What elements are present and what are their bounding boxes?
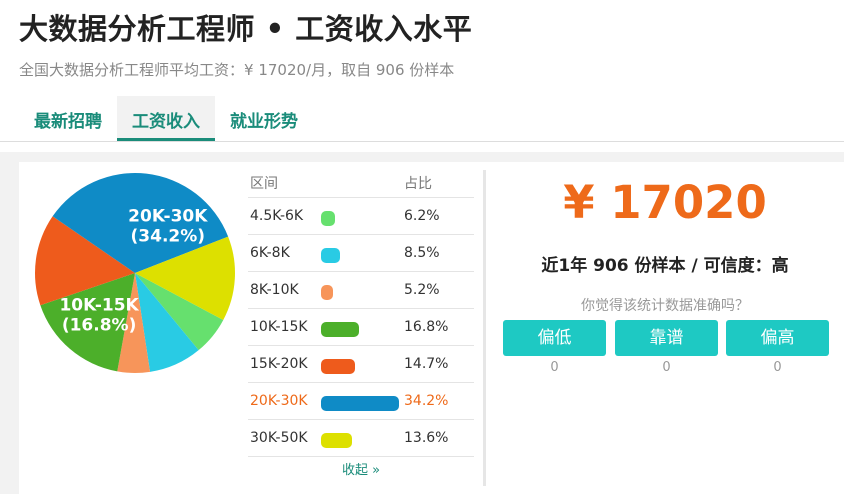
percent-label: 8.5%	[404, 245, 440, 261]
collapse-link[interactable]: 收起 »	[248, 459, 474, 478]
range-label: 6K-8K	[250, 245, 290, 261]
vote-accurate-count: 0	[662, 360, 671, 375]
page-title: 大数据分析工程师 • 工资收入水平	[19, 12, 473, 46]
pie-slice-label: 10K-15K (16.8%)	[59, 296, 139, 336]
share-bar	[321, 396, 399, 411]
tab-employment-trend[interactable]: 就业形势	[215, 96, 313, 142]
share-bar	[321, 211, 336, 226]
vote-high-button[interactable]: 偏高	[726, 320, 829, 356]
percent-label: 16.8%	[404, 319, 449, 335]
share-bar	[321, 285, 333, 300]
salary-distribution-table: 区间 占比 4.5K-6K 6.2% 6K-8K 8.5% 8K-10K 5.2% 10K-…	[248, 168, 474, 457]
percent-label: 14.7%	[404, 356, 449, 372]
percent-label: 6.2%	[404, 208, 440, 224]
tab-salary-income[interactable]: 工资收入	[117, 96, 215, 142]
share-bar	[321, 248, 341, 263]
average-salary: ¥ 17020	[563, 176, 767, 229]
range-label: 10K-15K	[250, 319, 308, 335]
share-bar	[321, 359, 355, 374]
vote-low-count: 0	[550, 360, 559, 375]
accuracy-question: 你觉得该统计数据准确吗？	[581, 298, 749, 314]
range-label: 20K-30K	[250, 393, 308, 409]
tab-bar: 最新招聘 工资收入 就业形势	[19, 96, 313, 142]
share-bar	[321, 322, 360, 337]
vote-accurate-button[interactable]: 靠谱	[615, 320, 718, 356]
table-row: 4.5K-6K 6.2%	[248, 198, 474, 235]
percent-label: 34.2%	[404, 393, 449, 409]
range-label: 8K-10K	[250, 282, 299, 298]
vote-low-button[interactable]: 偏低	[503, 320, 606, 356]
percent-label: 5.2%	[404, 282, 440, 298]
sample-meta: 近1年 906 份样本 / 可信度：高	[541, 256, 789, 276]
range-label: 15K-20K	[250, 356, 308, 372]
vote-high-count: 0	[773, 360, 782, 375]
tab-latest-jobs[interactable]: 最新招聘	[19, 96, 117, 142]
header-percent: 占比	[404, 175, 432, 192]
page-subtitle: 全国大数据分析工程师平均工资：¥ 17020/月，取自 906 份样本	[19, 61, 455, 79]
table-row: 6K-8K 8.5%	[248, 235, 474, 272]
table-row: 10K-15K 16.8%	[248, 309, 474, 346]
salary-pie-chart: 20K-30K (34.2%) 10K-15K (16.8%)	[34, 173, 235, 373]
table-row: 20K-30K 34.2%	[248, 383, 474, 420]
tab-divider	[0, 141, 844, 142]
range-label: 4.5K-6K	[250, 208, 304, 224]
share-bar	[321, 433, 353, 448]
pie-slice-label: 20K-30K (34.2%)	[128, 206, 208, 246]
table-row: 8K-10K 5.2%	[248, 272, 474, 309]
range-label: 30K-50K	[250, 430, 308, 446]
percent-label: 13.6%	[404, 430, 449, 446]
table-header: 区间 占比	[248, 168, 474, 198]
header-range: 区间	[250, 175, 278, 192]
table-row: 30K-50K 13.6%	[248, 420, 474, 457]
table-row: 15K-20K 14.7%	[248, 346, 474, 383]
